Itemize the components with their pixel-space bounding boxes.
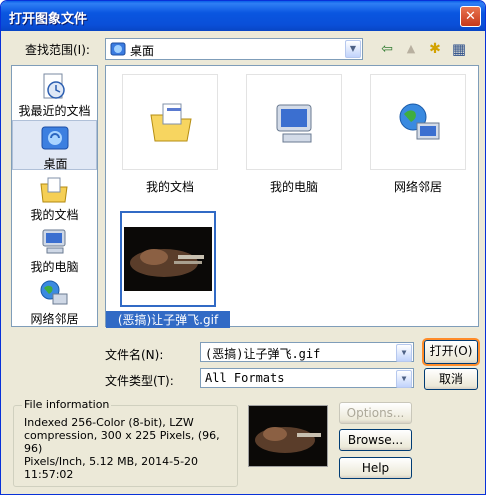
place-label: 我最近的文档 <box>18 104 91 118</box>
chevron-down-icon[interactable]: ▼ <box>396 344 412 362</box>
preview-image <box>249 406 327 466</box>
network-icon <box>399 103 440 140</box>
look-in-combo[interactable]: 桌面 ▼ <box>105 38 363 60</box>
filetype-label: 文件类型(T): <box>105 374 174 388</box>
place-label: 网络邻居 <box>30 312 79 326</box>
desktop-small-icon <box>110 42 126 56</box>
look-in-value: 桌面 <box>130 44 155 58</box>
file-information-legend: File information <box>22 398 112 411</box>
place-desktop[interactable]: 桌面 <box>12 120 97 171</box>
file-item[interactable]: 网络邻居 <box>370 74 466 214</box>
desktop-icon <box>41 126 69 150</box>
place-label: 桌面 <box>43 157 68 171</box>
open-image-dialog: 打开图象文件 ✕ 查找范围(I): 桌面 ▼ ⇦ ▲ ✱ ▦ 我最近的文档 桌面… <box>0 0 486 495</box>
place-label: 我的电脑 <box>30 260 79 274</box>
place-recent[interactable]: 我最近的文档 <box>12 68 97 118</box>
open-button[interactable]: 打开(O) <box>424 340 478 364</box>
chevron-down-icon[interactable]: ▼ <box>396 370 412 388</box>
image-preview <box>248 405 328 467</box>
file-item[interactable]: 我的文档 <box>122 74 218 214</box>
places-bar: 我最近的文档 桌面 我的文档 我的电脑 网络邻居 <box>11 65 98 327</box>
new-folder-icon[interactable]: ✱ <box>425 40 445 58</box>
file-thumbnail <box>246 74 342 170</box>
view-menu-icon[interactable]: ▦ <box>449 40 469 58</box>
file-label: (恶搞)让子弹飞.gif <box>106 311 230 328</box>
cancel-button[interactable]: 取消 <box>424 368 478 390</box>
filename-label: 文件名(N): <box>105 348 164 362</box>
file-information-group: File information Indexed 256-Color (8-bi… <box>13 398 238 487</box>
computer-icon <box>276 104 312 143</box>
help-button[interactable]: Help <box>339 457 412 479</box>
look-in-label: 查找范围(I): <box>25 43 90 57</box>
close-button[interactable]: ✕ <box>460 6 481 27</box>
file-information-text: Indexed 256-Color (8-bit), LZW compressi… <box>24 416 220 481</box>
filename-value: (恶搞)让子弹飞.gif <box>205 347 321 361</box>
movie-still-image <box>124 227 212 291</box>
back-icon[interactable]: ⇦ <box>377 40 397 58</box>
place-my-computer[interactable]: 我的电脑 <box>12 224 97 274</box>
file-list[interactable]: 我的文档 我的电脑 网络邻居 (恶搞)让子弹飞.gif <box>105 65 479 328</box>
up-folder-icon[interactable]: ▲ <box>401 40 421 58</box>
network-places-icon <box>40 280 68 305</box>
file-label: 我的文档 <box>145 180 194 194</box>
filename-input[interactable]: (恶搞)让子弹飞.gif ▼ <box>200 342 414 362</box>
file-label: 我的电脑 <box>269 180 318 194</box>
gif-thumbnail <box>120 211 216 307</box>
file-thumbnail <box>370 74 466 170</box>
my-computer-icon <box>42 229 66 254</box>
place-my-documents[interactable]: 我的文档 <box>12 172 97 222</box>
window-title: 打开图象文件 <box>9 12 88 27</box>
filetype-value: All Formats <box>205 371 285 385</box>
folder-documents-icon <box>150 103 192 142</box>
my-documents-icon <box>40 177 68 203</box>
recent-documents-icon <box>43 73 65 99</box>
filetype-select[interactable]: All Formats ▼ <box>200 368 414 388</box>
browse-button[interactable]: Browse... <box>339 429 412 451</box>
file-label: 网络邻居 <box>393 180 442 194</box>
file-item[interactable]: 我的电脑 <box>246 74 342 214</box>
place-label: 我的文档 <box>30 208 79 222</box>
file-item-selected[interactable]: (恶搞)让子弹飞.gif <box>106 211 230 351</box>
place-network[interactable]: 网络邻居 <box>12 276 97 326</box>
options-button[interactable]: Options... <box>339 402 412 424</box>
chevron-down-icon[interactable]: ▼ <box>345 40 361 58</box>
title-bar[interactable]: 打开图象文件 ✕ <box>1 1 485 31</box>
file-thumbnail <box>122 74 218 170</box>
